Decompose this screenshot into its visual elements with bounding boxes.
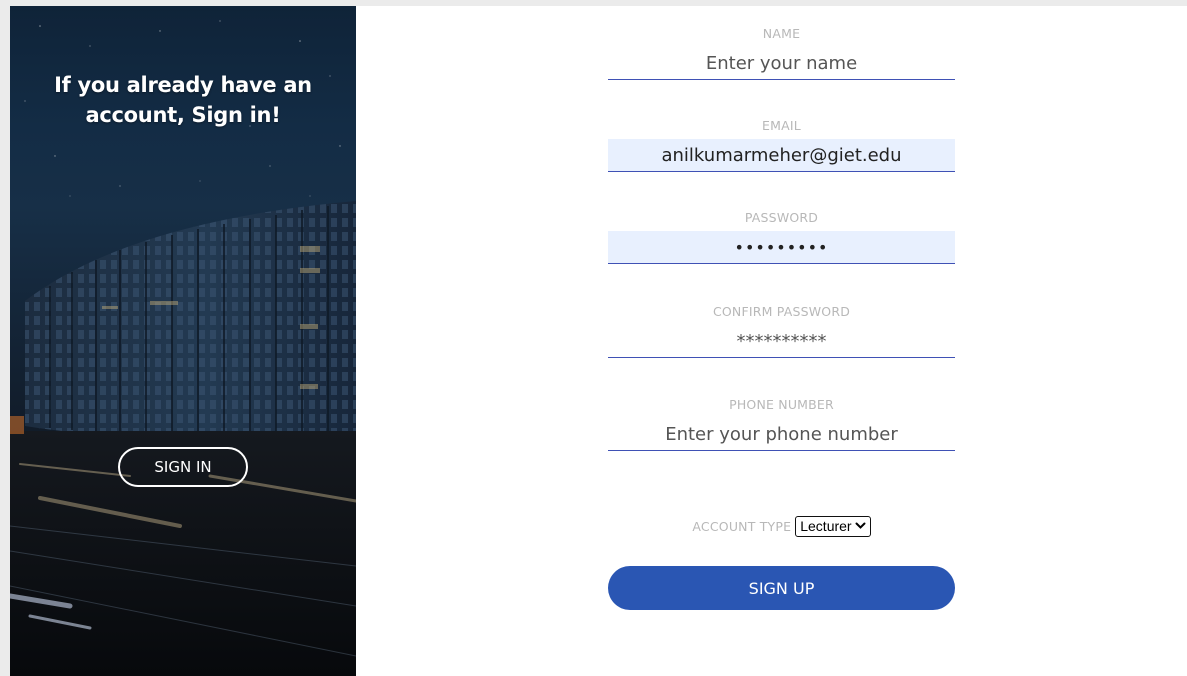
signin-heading: If you already have an account, Sign in!	[54, 73, 312, 127]
name-field-group: NAME	[608, 26, 955, 80]
password-field-group: PASSWORD •••••••••	[608, 210, 955, 264]
confirm-password-label: CONFIRM PASSWORD	[712, 304, 851, 319]
account-type-select[interactable]: Lecturer	[795, 515, 871, 537]
page-gutter	[0, 6, 10, 676]
password-label: PASSWORD	[744, 210, 819, 225]
confirm-password-field-group: CONFIRM PASSWORD	[608, 304, 955, 358]
email-input[interactable]	[608, 139, 955, 172]
signin-panel: If you already have an account, Sign in!…	[10, 6, 356, 676]
email-label: EMAIL	[762, 118, 801, 133]
email-field-group: EMAIL	[608, 118, 955, 172]
confirm-password-input[interactable]	[608, 325, 955, 358]
name-label: NAME	[762, 26, 801, 41]
phone-input[interactable]	[608, 418, 955, 451]
password-input[interactable]: •••••••••	[608, 231, 955, 264]
phone-label: PHONE NUMBER	[729, 397, 834, 412]
account-type-row: ACCOUNT TYPE Lecturer	[608, 514, 955, 538]
sign-in-button[interactable]: SIGN IN	[118, 447, 248, 487]
page: If you already have an account, Sign in!…	[0, 6, 1187, 676]
account-type-label: ACCOUNT TYPE	[692, 518, 792, 534]
name-input[interactable]	[608, 47, 955, 80]
account-type-value: Lecturer	[800, 518, 852, 534]
sign-up-button[interactable]: SIGN UP	[608, 566, 955, 610]
phone-field-group: PHONE NUMBER	[608, 397, 955, 451]
chevron-down-icon	[855, 522, 866, 529]
